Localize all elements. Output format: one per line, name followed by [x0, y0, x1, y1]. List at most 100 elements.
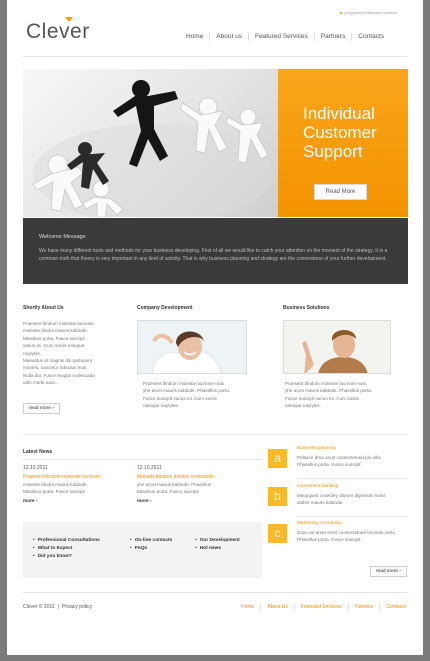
thinking-man-image	[284, 321, 390, 373]
header-divider	[23, 56, 407, 57]
privacy-policy-link[interactable]: Privacy policy	[62, 604, 93, 610]
tagline-bullet-icon: ■	[340, 10, 343, 15]
text-line: Praesent blndum molestie lacreare mas	[285, 381, 366, 386]
links-column: Our Development Hot news	[195, 538, 240, 551]
text-line: varius mi. Cum sociis natoque	[23, 343, 85, 349]
links-column: On-line contacts FAQs	[130, 538, 173, 551]
feature-item: Marketing consulting Donn ad amet arcet …	[297, 521, 412, 543]
links-column: Professional Consultations What to Expec…	[33, 538, 100, 559]
column-development-text: Praesent blndum molestie lacreare mas yh…	[143, 380, 263, 410]
more-label: more	[137, 499, 149, 504]
page: ■ progressive business solution Clever Ho…	[7, 0, 423, 655]
news-divider	[23, 459, 262, 460]
news-text-line: Mtaolitus porta. Fusce suscipit	[23, 489, 85, 494]
quick-link[interactable]: FAQs	[130, 546, 172, 551]
footer-copyright: Clever © 2011 | Privacy policy	[23, 604, 93, 610]
text-line: Nulla dui. Fusce feugiat malesuada	[23, 372, 95, 378]
text-line: natoque naytyles.	[143, 403, 180, 409]
main-nav: Home About us Featured Services Partners…	[183, 33, 390, 41]
feature-item: Investment banking Mauyqued cnsectey dlo…	[297, 484, 412, 506]
footer-divider	[23, 592, 407, 593]
nav-home[interactable]: Home	[183, 33, 211, 41]
quick-link[interactable]: Professional Consultations	[33, 538, 100, 543]
text-line: yhe arcet mauris kabtode. Phasellus port…	[285, 388, 373, 394]
chevron-right-icon: ›	[399, 569, 401, 574]
text-line: Fusce suscipit varius mi. Cum sociis	[143, 395, 217, 401]
feature-text-line: Phasellus porta. Fusce suscipit.	[297, 462, 362, 467]
feature-title[interactable]: Business planning	[297, 446, 412, 451]
welcome-text: We have many different tools and methods…	[39, 248, 388, 262]
development-photo	[137, 320, 247, 374]
feature-text-line: Mauyqued cnsectey dlorum dignissim noiss	[297, 493, 386, 498]
news-link[interactable]: Maeatis blndum dolobis molestode	[137, 474, 257, 481]
quick-link[interactable]: Hot news	[195, 546, 240, 551]
column-development-title: Company Development	[137, 305, 193, 311]
logo[interactable]: Clever	[26, 20, 90, 44]
chevron-right-icon: ›	[150, 499, 152, 504]
chevron-right-icon: ›	[52, 406, 54, 411]
text-line: Praesent blndum molestie lacreare	[23, 321, 94, 326]
feature-divider	[297, 516, 407, 517]
quick-link[interactable]: What to Expect	[33, 546, 100, 551]
more-label: more	[23, 499, 35, 504]
read-more-label: read more	[376, 569, 398, 574]
nav-partners[interactable]: Partners	[315, 33, 353, 41]
text-line: montes, nascetur ridiculus mus.	[23, 365, 88, 371]
news-link[interactable]: Praesent blndum molestie lacreare	[23, 474, 133, 481]
text-line: molestie blndrit mauris kabtode.	[23, 328, 88, 334]
footer-nav-featured-services[interactable]: Featured Services	[295, 604, 349, 611]
promo-panel: Individual Customer Support Read More	[278, 69, 408, 217]
feature-text-line: Phasellus porta. Fusce suscipit.	[297, 537, 362, 542]
news-text-line: yhe arcet mauris kabtode. Phasellus	[137, 482, 212, 487]
footer-nav-about-us[interactable]: About Us	[261, 604, 295, 611]
footer-nav: Home About Us Featured Services Partners…	[235, 604, 406, 611]
column-solutions-text: Praesent blndum molestie lacreare mas yh…	[285, 380, 415, 410]
text-line: Praesent blndum molestie lacreare mas	[143, 381, 224, 386]
column-solutions-title: Business Solutions	[283, 305, 330, 311]
hero-image	[23, 69, 278, 217]
news-text-line: molestie blndrit mauris kabtode.	[23, 482, 88, 487]
hero-banner: Individual Customer Support Read More	[23, 69, 408, 217]
text-line: natoque naytyles.	[285, 403, 322, 409]
about-read-more-button[interactable]: read more ›	[23, 403, 60, 414]
feature-text-line: dolbnt mauris kabtode.	[297, 500, 344, 505]
welcome-title: Welcome Message	[39, 234, 86, 240]
feature-title[interactable]: Marketing consulting	[297, 521, 412, 526]
news-more-link[interactable]: more ›	[137, 499, 257, 504]
nav-about-us[interactable]: About us	[210, 33, 250, 41]
footer-nav-home[interactable]: Home	[235, 604, 262, 611]
tagline: ■ progressive business solution	[340, 10, 397, 15]
quick-link[interactable]: On-line contacts	[130, 538, 173, 543]
copyright-text: Clever © 2011	[23, 604, 55, 610]
smiling-woman-image	[138, 321, 246, 373]
news-item: 12.10.2011 Praesent blndum molestie lacr…	[23, 465, 133, 504]
promo-title: Individual Customer Support	[303, 104, 377, 161]
quick-link[interactable]: Our Development	[195, 538, 240, 543]
text-line: Mtaolitus porta. Fusce suscipit	[23, 335, 85, 341]
section-divider	[23, 434, 407, 435]
read-more-label: read more	[29, 406, 51, 411]
feature-title[interactable]: Investment banking	[297, 484, 412, 489]
news-date: 12.10.2011	[137, 465, 162, 471]
text-line: Fusce suscipit varius mi. Cum sociis	[285, 395, 359, 401]
column-about-text: Praesent blndum molestie lacreare molest…	[23, 320, 123, 387]
text-line: Maeatitus et magnis dis parturient	[23, 358, 92, 364]
latest-news-title: Latest News	[23, 449, 53, 455]
feature-text-line: Pelsace drea arcet consectetued pis odio	[297, 455, 382, 460]
column-about-title: Shortly About Us	[23, 305, 64, 311]
news-item: 12.10.2011 Maeatis blndum dolobis molest…	[137, 465, 257, 504]
footer-nav-contacts[interactable]: Contacts	[380, 604, 406, 611]
news-more-link[interactable]: more ›	[23, 499, 133, 504]
nav-contacts[interactable]: Contacts	[352, 33, 390, 41]
quick-link[interactable]: Did you know?	[33, 554, 100, 559]
promo-read-more-button[interactable]: Read More	[314, 184, 367, 200]
feature-letter-a: a	[268, 449, 287, 468]
nav-featured-services[interactable]: Featured Services	[249, 33, 315, 41]
news-date: 12.10.2011	[23, 465, 48, 471]
welcome-panel: Welcome Message We have many different t…	[23, 218, 408, 284]
feature-text-line: Donn ad amet arcet consectetued lacreate…	[297, 530, 395, 535]
features-read-more-button[interactable]: read more ›	[370, 566, 407, 577]
text-line: naytyles.	[23, 350, 42, 356]
feature-item: Business planning Pelsace drea arcet con…	[297, 446, 412, 468]
footer-nav-partners[interactable]: Partners	[349, 604, 381, 611]
